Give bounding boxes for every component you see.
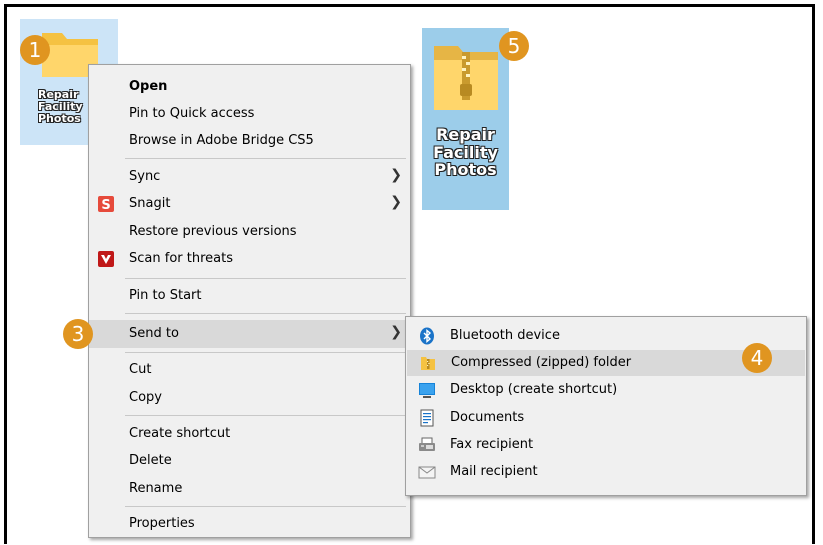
zip-label: Repair Facility Photos bbox=[433, 125, 498, 180]
menu-separator bbox=[125, 415, 406, 416]
step-badge-3: 3 bbox=[63, 319, 93, 349]
bluetooth-icon bbox=[418, 327, 436, 345]
menu-item-sync[interactable]: Sync ❯ bbox=[89, 164, 410, 190]
mcafee-icon bbox=[97, 250, 115, 268]
documents-icon bbox=[418, 409, 436, 427]
menu-item-create-shortcut[interactable]: Create shortcut bbox=[89, 421, 410, 447]
menu-item-snagit[interactable]: S Snagit ❯ bbox=[89, 191, 410, 217]
menu-item-rename[interactable]: Rename bbox=[89, 476, 410, 502]
menu-item-restore-previous[interactable]: Restore previous versions bbox=[89, 219, 410, 245]
desktop-icon bbox=[418, 381, 436, 399]
menu-item-properties[interactable]: Properties bbox=[89, 511, 410, 537]
zip-folder-desktop-icon[interactable]: Repair Facility Photos bbox=[422, 28, 509, 210]
zip-folder-icon bbox=[434, 46, 498, 110]
desktop-area: Repair Facility Photos Repair Facility P… bbox=[4, 4, 815, 544]
step-badge-4: 4 bbox=[742, 343, 772, 373]
zip-folder-icon bbox=[419, 354, 437, 372]
menu-separator bbox=[125, 278, 406, 279]
svg-text:S: S bbox=[101, 198, 110, 213]
send-to-submenu: Bluetooth device Compressed (zipped) fol… bbox=[405, 316, 807, 496]
step-badge-1: 1 bbox=[20, 35, 50, 65]
menu-separator bbox=[125, 158, 406, 159]
step-badge-5: 5 bbox=[499, 31, 529, 61]
menu-separator bbox=[125, 313, 406, 314]
mail-icon bbox=[418, 463, 436, 481]
menu-item-delete[interactable]: Delete bbox=[89, 448, 410, 474]
menu-item-cut[interactable]: Cut bbox=[89, 357, 410, 383]
menu-item-send-to[interactable]: Send to ❯ bbox=[89, 320, 410, 348]
context-menu: Open Pin to Quick access Browse in Adobe… bbox=[88, 64, 411, 538]
send-to-desktop[interactable]: Desktop (create shortcut) bbox=[406, 377, 806, 403]
menu-item-open[interactable]: Open bbox=[89, 74, 410, 100]
menu-item-copy[interactable]: Copy bbox=[89, 385, 410, 411]
send-to-fax[interactable]: Fax recipient bbox=[406, 432, 806, 458]
menu-item-pin-start[interactable]: Pin to Start bbox=[89, 283, 410, 309]
chevron-right-icon: ❯ bbox=[390, 167, 402, 183]
menu-item-scan-threats[interactable]: Scan for threats bbox=[89, 246, 410, 272]
fax-icon bbox=[418, 436, 436, 454]
menu-separator bbox=[125, 352, 406, 353]
menu-item-pin-quick-access[interactable]: Pin to Quick access bbox=[89, 101, 410, 127]
snagit-icon: S bbox=[97, 195, 115, 213]
chevron-right-icon: ❯ bbox=[390, 194, 402, 210]
menu-separator bbox=[125, 506, 406, 507]
send-to-mail[interactable]: Mail recipient bbox=[406, 459, 806, 485]
send-to-documents[interactable]: Documents bbox=[406, 405, 806, 431]
chevron-right-icon: ❯ bbox=[390, 324, 402, 340]
menu-item-browse-bridge[interactable]: Browse in Adobe Bridge CS5 bbox=[89, 128, 410, 154]
send-to-bluetooth[interactable]: Bluetooth device bbox=[406, 323, 806, 349]
